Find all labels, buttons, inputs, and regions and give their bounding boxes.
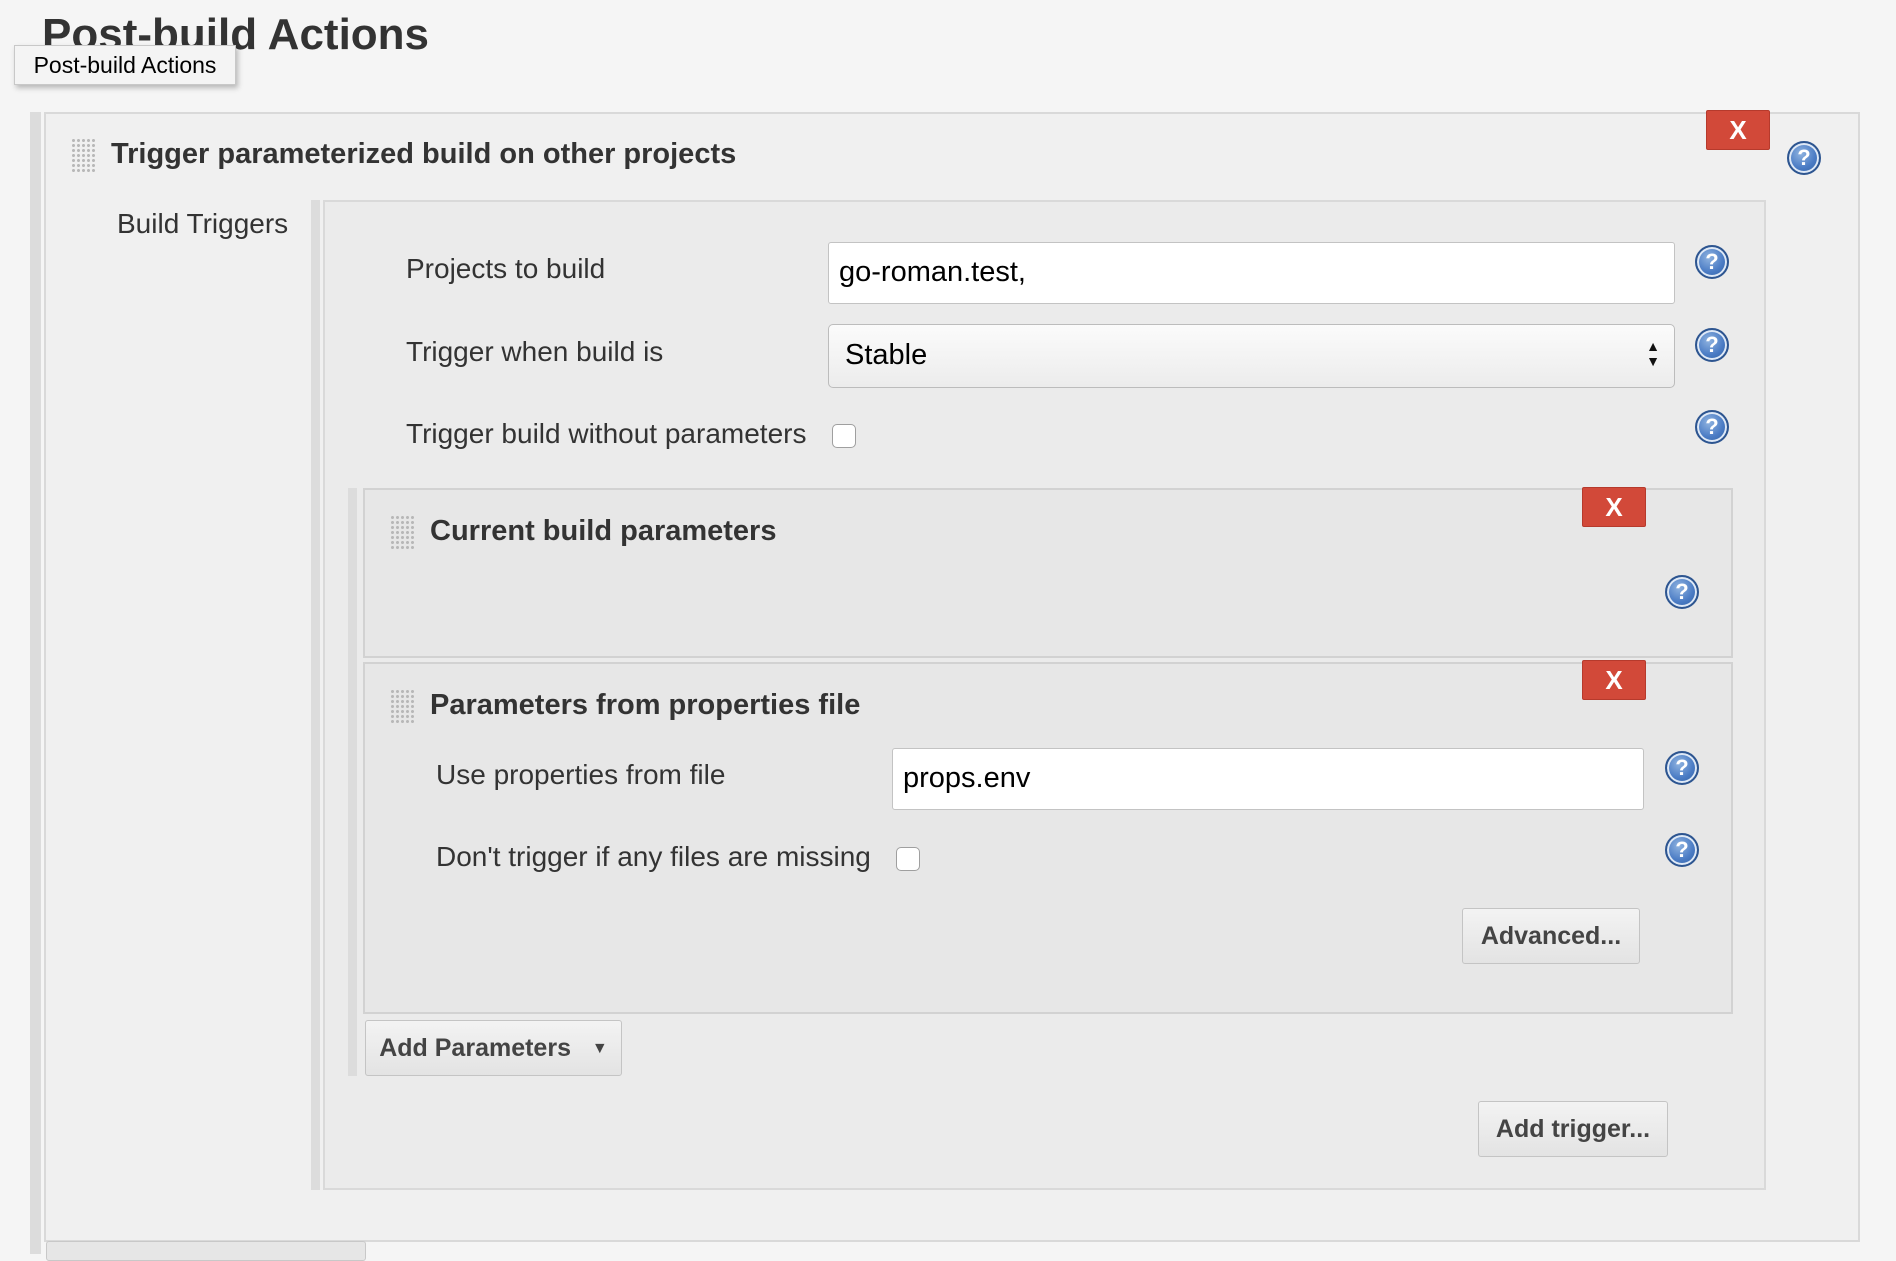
help-icon[interactable]: ? (1665, 575, 1699, 609)
trigger-when-label: Trigger when build is (406, 336, 664, 367)
drag-handle-icon[interactable] (390, 515, 414, 551)
help-icon[interactable]: ? (1695, 245, 1729, 279)
drag-handle-icon[interactable] (71, 138, 95, 174)
trigger-when-selected: Stable (845, 339, 928, 371)
parameters-left-border (348, 488, 357, 1076)
dont-trigger-checkbox[interactable] (896, 847, 920, 871)
add-post-build-action-button[interactable] (46, 1241, 366, 1261)
section-left-border (30, 112, 41, 1254)
dont-trigger-label: Don't trigger if any files are missing (436, 841, 871, 872)
add-parameters-label: Add Parameters (379, 1034, 571, 1062)
delete-props-params-button[interactable]: X (1582, 660, 1646, 700)
without-params-checkbox[interactable] (832, 424, 856, 448)
use-properties-input[interactable]: props.env (892, 748, 1644, 810)
delete-section-button[interactable]: X (1706, 110, 1770, 150)
projects-to-build-input[interactable]: go-roman.test, (828, 242, 1675, 304)
build-triggers-label: Build Triggers (117, 208, 289, 239)
delete-current-params-button[interactable]: X (1582, 487, 1646, 527)
drag-handle-icon[interactable] (390, 689, 414, 725)
current-params-title: Current build parameters (430, 515, 777, 547)
select-arrows-icon: ▲ ▼ (1646, 338, 1660, 369)
help-icon[interactable]: ? (1665, 751, 1699, 785)
build-triggers-left-border (311, 200, 320, 1190)
help-icon[interactable]: ? (1695, 328, 1729, 362)
current-build-params-box (363, 488, 1733, 658)
help-icon[interactable]: ? (1665, 833, 1699, 867)
trigger-when-select[interactable]: Stable ▲ ▼ (828, 324, 1675, 388)
help-icon[interactable]: ? (1695, 410, 1729, 444)
add-parameters-button[interactable]: Add Parameters ▼ (365, 1020, 622, 1076)
help-icon[interactable]: ? (1787, 141, 1821, 175)
props-params-title: Parameters from properties file (430, 689, 861, 721)
use-properties-label: Use properties from file (436, 759, 726, 790)
section-title: Trigger parameterized build on other pro… (111, 138, 737, 170)
tooltip: Post-build Actions (14, 45, 236, 85)
projects-to-build-label: Projects to build (406, 253, 606, 284)
add-trigger-button[interactable]: Add trigger... (1478, 1101, 1668, 1157)
caret-down-icon: ▼ (591, 1040, 608, 1058)
advanced-button[interactable]: Advanced... (1462, 908, 1640, 964)
without-params-label: Trigger build without parameters (406, 418, 807, 449)
